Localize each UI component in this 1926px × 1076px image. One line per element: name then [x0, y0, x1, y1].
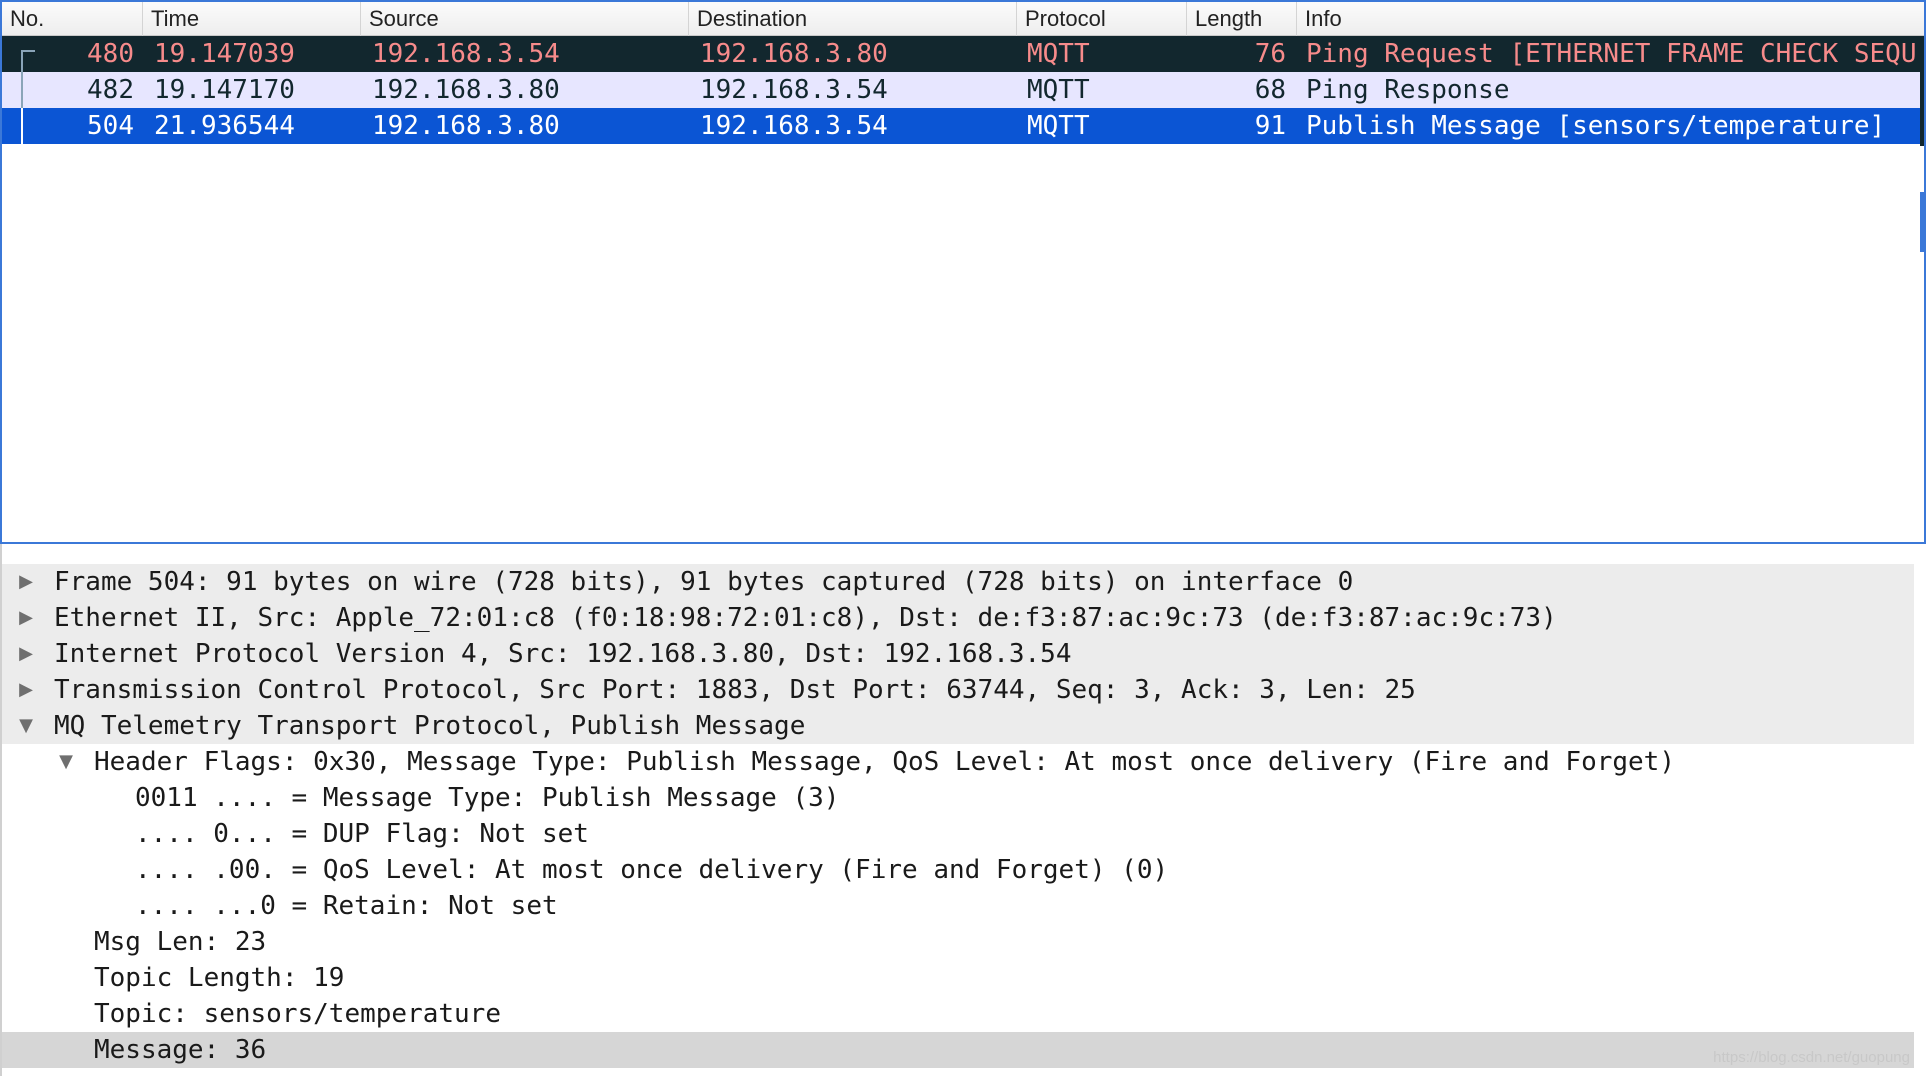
packet-source: 192.168.3.54 — [372, 39, 560, 69]
column-header-no[interactable]: No. — [2, 2, 143, 36]
packet-destination: 192.168.3.80 — [700, 39, 888, 69]
tree-row[interactable]: Msg Len: 23 — [2, 924, 1914, 960]
packet-time: 19.147170 — [154, 75, 295, 105]
packet-list-pane[interactable]: No. Time Source Destination Protocol Len… — [0, 0, 1926, 544]
column-header-label: Time — [151, 6, 200, 31]
column-header-length[interactable]: Length — [1187, 2, 1297, 36]
tree-row-text: Msg Len: 23 — [94, 927, 267, 957]
column-header-destination[interactable]: Destination — [689, 2, 1017, 36]
packet-protocol: MQTT — [1027, 75, 1090, 105]
packet-length: 76 — [1254, 39, 1286, 69]
tree-row-text: Frame 504: 91 bytes on wire (728 bits), … — [54, 567, 1354, 597]
packet-no: 482 — [87, 75, 134, 105]
packet-time: 19.147039 — [154, 39, 295, 69]
tree-row[interactable]: ▼ MQ Telemetry Transport Protocol, Publis… — [2, 708, 1914, 744]
conversation-bracket — [21, 50, 35, 52]
tree-row[interactable]: ▶ Internet Protocol Version 4, Src: 192.1… — [2, 636, 1914, 672]
tree-row[interactable]: .... 0... = DUP Flag: Not set — [2, 816, 1914, 852]
tree-row-text: Header Flags: 0x30, Message Type: Publis… — [94, 747, 1675, 777]
packet-row-482[interactable]: 482 19.147170 192.168.3.80 192.168.3.54 … — [2, 72, 1920, 108]
tree-row-text: Transmission Control Protocol, Src Port:… — [54, 675, 1416, 705]
column-header-source[interactable]: Source — [361, 2, 689, 36]
packet-row-504-selected[interactable]: 504 21.936544 192.168.3.80 192.168.3.54 … — [2, 108, 1920, 144]
packet-info: Ping Response — [1306, 75, 1510, 105]
packet-protocol: MQTT — [1027, 39, 1090, 69]
packet-details-pane[interactable]: ▶ Frame 504: 91 bytes on wire (728 bits),… — [0, 544, 1926, 1076]
tree-row-text: Ethernet II, Src: Apple_72:01:c8 (f0:18:… — [54, 603, 1557, 633]
column-header-time[interactable]: Time — [143, 2, 361, 36]
column-header-label: Info — [1305, 6, 1342, 31]
collapsed-arrow-icon[interactable]: ▶ — [14, 564, 38, 600]
column-header-info[interactable]: Info — [1297, 2, 1924, 36]
conversation-line — [21, 50, 23, 72]
packet-no: 504 — [87, 111, 134, 141]
packet-row-480[interactable]: 480 19.147039 192.168.3.54 192.168.3.80 … — [2, 36, 1920, 72]
conversation-line — [21, 108, 23, 144]
packet-info: Ping Request [ETHERNET FRAME CHECK SEQU — [1306, 39, 1917, 69]
column-header-protocol[interactable]: Protocol — [1017, 2, 1187, 36]
watermark-text: https://blog.csdn.net/guopung — [1713, 1049, 1910, 1066]
packet-destination: 192.168.3.54 — [700, 111, 888, 141]
tree-row-text: .... .00. = QoS Level: At most once deli… — [135, 855, 1169, 885]
packet-time: 21.936544 — [154, 111, 295, 141]
column-header-label: No. — [10, 6, 45, 31]
packet-source: 192.168.3.80 — [372, 75, 560, 105]
tree-row[interactable]: .... .00. = QoS Level: At most once deli… — [2, 852, 1914, 888]
expanded-arrow-icon[interactable]: ▼ — [54, 744, 78, 780]
tree-row-text: Topic: sensors/temperature — [94, 999, 501, 1029]
tree-row-text: 0011 .... = Message Type: Publish Messag… — [135, 783, 840, 813]
column-header-label: Source — [369, 6, 439, 31]
tree-row-text: .... ...0 = Retain: Not set — [135, 891, 558, 921]
packet-length: 68 — [1254, 75, 1286, 105]
packet-info: Publish Message [sensors/temperature] — [1306, 111, 1886, 141]
packet-destination: 192.168.3.54 — [700, 75, 888, 105]
packet-protocol: MQTT — [1027, 111, 1090, 141]
expanded-arrow-icon[interactable]: ▼ — [14, 708, 38, 744]
tree-row-selected[interactable]: Message: 36 — [2, 1032, 1914, 1068]
packet-no: 480 — [87, 39, 134, 69]
tree-row[interactable]: ▼ Header Flags: 0x30, Message Type: Publi… — [2, 744, 1914, 780]
tree-row[interactable]: .... ...0 = Retain: Not set — [2, 888, 1914, 924]
scroll-minimap-mark — [1920, 36, 1924, 146]
tree-row[interactable]: Topic Length: 19 — [2, 960, 1914, 996]
column-header-bar: No. Time Source Destination Protocol Len… — [2, 2, 1924, 36]
packet-list-scrollbar[interactable] — [1918, 2, 1924, 542]
tree-row-text: MQ Telemetry Transport Protocol, Publish… — [54, 711, 806, 741]
tree-row-text: Topic Length: 19 — [94, 963, 345, 993]
tree-row-text: .... 0... = DUP Flag: Not set — [135, 819, 589, 849]
scroll-minimap-mark — [1920, 192, 1924, 252]
packet-length: 91 — [1254, 111, 1286, 141]
tree-row[interactable]: ▶ Transmission Control Protocol, Src Port… — [2, 672, 1914, 708]
column-header-label: Destination — [697, 6, 808, 31]
column-header-label: Length — [1195, 6, 1263, 31]
tree-row[interactable]: ▶ Frame 504: 91 bytes on wire (728 bits),… — [2, 564, 1914, 600]
collapsed-arrow-icon[interactable]: ▶ — [14, 636, 38, 672]
collapsed-arrow-icon[interactable]: ▶ — [14, 672, 38, 708]
collapsed-arrow-icon[interactable]: ▶ — [14, 600, 38, 636]
tree-row-text: Internet Protocol Version 4, Src: 192.16… — [54, 639, 1072, 669]
packet-source: 192.168.3.80 — [372, 111, 560, 141]
conversation-line — [21, 72, 23, 108]
column-header-label: Protocol — [1025, 6, 1106, 31]
tree-row[interactable]: ▶ Ethernet II, Src: Apple_72:01:c8 (f0:18… — [2, 600, 1914, 636]
tree-row[interactable]: Topic: sensors/temperature — [2, 996, 1914, 1032]
tree-row-text: Message: 36 — [94, 1035, 267, 1065]
tree-row[interactable]: 0011 .... = Message Type: Publish Messag… — [2, 780, 1914, 816]
